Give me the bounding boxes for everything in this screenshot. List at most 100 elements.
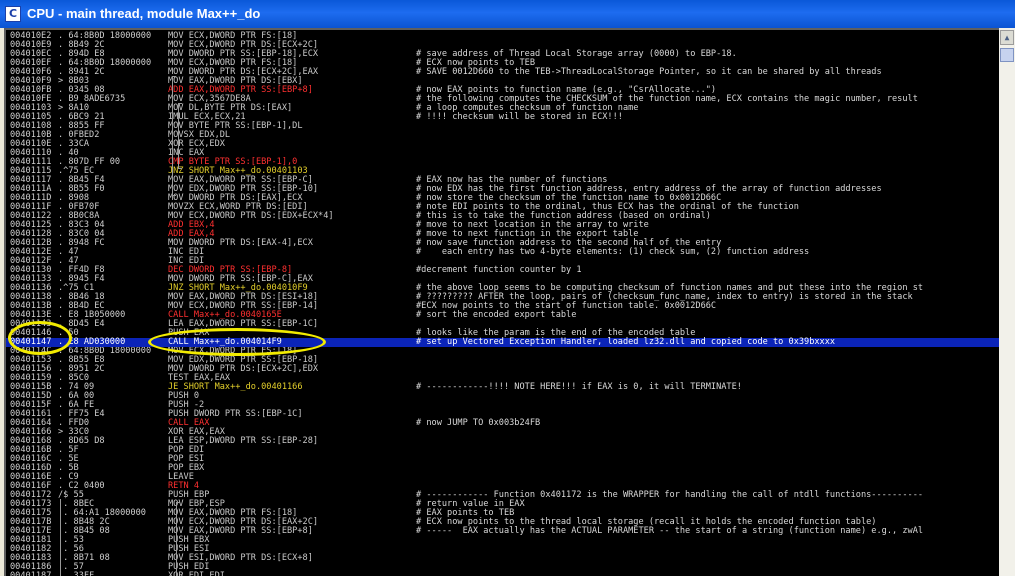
disassembly-cell: DEC DWORD PTR SS:[EBP-8] — [168, 265, 293, 275]
address-cell: 0040116E — [10, 472, 52, 482]
scroll-up-button[interactable]: ▲ — [1000, 30, 1014, 45]
comment-cell: # note EDI points to the ordinal, thus E… — [416, 202, 799, 212]
code-row[interactable]: 0040112B . 8948 FC MOV DWORD PTR DS:[EAX-4… — [6, 239, 999, 248]
code-row[interactable]: 00401175 |. 64:A1 18000000 MOV EAX,DWORD P… — [6, 509, 999, 518]
code-row[interactable]: 0040116D . 5B POP EBX — [6, 464, 999, 473]
code-row[interactable]: 0040113B . 8B4D EC MOV ECX,DWORD PTR SS:[E… — [6, 302, 999, 311]
address-cell: 00401133 — [10, 274, 52, 284]
address-cell: 00401117 — [10, 175, 52, 185]
code-row[interactable]: 0040110E . 33CA XOR ECX,EDX — [6, 140, 999, 149]
code-row[interactable]: 00401156 . 8951 2C MOV DWORD PTR DS:[ECX+2… — [6, 365, 999, 374]
hex-dump-cell: . 8945 F4 — [58, 274, 105, 284]
code-row[interactable]: 00401122 . 8B0C8A MOV ECX,DWORD PTR DS:[ED… — [6, 212, 999, 221]
loop-bracket-inner — [178, 103, 182, 169]
scroll-thumb[interactable] — [1000, 48, 1014, 62]
code-row[interactable]: 00401161 . FF75 E4 PUSH DWORD PTR SS:[EBP-… — [6, 410, 999, 419]
code-row[interactable]: 00401186 |. 57 PUSH EDI — [6, 563, 999, 572]
disassembly-cell: MOV DWORD PTR SS:[EBP-18],ECX — [168, 49, 319, 59]
code-row[interactable]: 004010F6 . 8941 2C MOV DWORD PTR DS:[ECX+2… — [6, 68, 999, 77]
hex-dump-cell: . 0FB70F — [58, 202, 100, 212]
hex-dump-cell: . 5B — [58, 463, 79, 473]
code-row[interactable]: 0040111D . 8908 MOV DWORD PTR DS:[EAX],ECX… — [6, 194, 999, 203]
code-row[interactable]: 0040116C . 5E POP ESI — [6, 455, 999, 464]
disassembly-cell: JE SHORT Max++_do.00401166 — [168, 382, 303, 392]
code-row[interactable]: 0040115B . 74 09 JE SHORT Max++_do.0040116… — [6, 383, 999, 392]
address-cell: 00401168 — [10, 436, 52, 446]
code-row[interactable]: 004010FB . 0345 08 ADD EAX,DWORD PTR SS:[E… — [6, 86, 999, 95]
code-row[interactable]: 0040117B |. 8B48 2C MOV ECX,DWORD PTR DS:[… — [6, 518, 999, 527]
vertical-scrollbar[interactable]: ▲ — [999, 28, 1015, 576]
title-bar[interactable]: C CPU - main thread, module Max++_do — [0, 0, 1015, 28]
code-row[interactable]: 00401172 /$ 55 PUSH EBP # ------------ Func… — [6, 491, 999, 500]
code-row[interactable]: 00401103 > 8A10 MOV DL,BYTE PTR DS:[EAX] # … — [6, 104, 999, 113]
address-cell: 00401115 — [10, 166, 52, 176]
code-row[interactable]: 004010E9 . 8B49 2C MOV ECX,DWORD PTR DS:[E… — [6, 41, 999, 50]
code-row[interactable]: 0040115D . 6A 00 PUSH 0 — [6, 392, 999, 401]
code-row[interactable]: 004010F9 > 8B03 MOV EAX,DWORD PTR DS:[EBX] — [6, 77, 999, 86]
code-row[interactable]: 0040111A . 8B55 F0 MOV EDX,DWORD PTR SS:[E… — [6, 185, 999, 194]
code-row[interactable]: 00401182 |. 56 PUSH ESI — [6, 545, 999, 554]
code-row[interactable]: 00401168 . 8D65 D8 LEA ESP,DWORD PTR SS:[E… — [6, 437, 999, 446]
disassembly-cell: PUSH EDI — [168, 562, 210, 572]
code-row[interactable]: 00401108 . 8855 FF MOV BYTE PTR SS:[EBP-1]… — [6, 122, 999, 131]
code-row[interactable]: 004010E2 . 64:8B0D 18000000 MOV ECX,DWORD … — [6, 32, 999, 41]
address-cell: 00401181 — [10, 535, 52, 545]
comment-cell: # !!!! checksum will be stored in ECX!!! — [416, 112, 623, 122]
hex-dump-cell: . 5F — [58, 445, 79, 455]
code-row[interactable]: 00401143. 8D45 E4 LEA EAX,DWORD PTR SS:[E… — [6, 320, 999, 329]
hex-dump-cell: |. 8BEC — [58, 499, 95, 509]
code-row[interactable]: 00401159 . 85C0 TEST EAX,EAX — [6, 374, 999, 383]
comment-cell: # return value in EAX — [416, 499, 525, 509]
code-row[interactable]: 0040116E . C9 LEAVE — [6, 473, 999, 482]
code-row[interactable]: 00401130 . FF4D F8 DEC DWORD PTR SS:[EBP-8… — [6, 266, 999, 275]
hex-dump-cell: |. 8B71 08 — [58, 553, 110, 563]
address-cell: 0040111A — [10, 184, 52, 194]
code-row[interactable]: 00401115 .^75 EC JNZ SHORT Max++_do.004011… — [6, 167, 999, 176]
comment-cell: # move to next function in the export ta… — [416, 229, 639, 239]
code-row[interactable]: 004010EC . 894D E8 MOV DWORD PTR SS:[EBP-1… — [6, 50, 999, 59]
code-row[interactable]: 00401110. 40 INC EAX — [6, 149, 999, 158]
code-row[interactable]: 00401105. 6BC9 21 IMUL ECX,ECX,21 # !!!! c… — [6, 113, 999, 122]
code-row[interactable]: 0040116B . 5F POP EDI — [6, 446, 999, 455]
code-row[interactable]: 00401111 . 807D FF 00 CMP BYTE PTR SS:[EBP… — [6, 158, 999, 167]
code-row[interactable]: 00401117 . 8B45 F4 MOV EAX,DWORD PTR SS:[E… — [6, 176, 999, 185]
code-row[interactable]: 00401133 . 8945 F4 MOV DWORD PTR SS:[EBP-C… — [6, 275, 999, 284]
hex-dump-cell: . 8941 2C — [58, 67, 105, 77]
code-row[interactable]: 00401166 > 33C0 XOR EAX,EAX — [6, 428, 999, 437]
disassembly-cell: MOV DWORD PTR SS:[EBP-C],EAX — [168, 274, 313, 284]
hex-dump-cell: .^75 C1 — [58, 283, 95, 293]
code-row[interactable]: 00401181 |. 53 PUSH EBX — [6, 536, 999, 545]
disassembly-cell: PUSH DWORD PTR SS:[EBP-1C] — [168, 409, 303, 419]
address-cell: 00401164 — [10, 418, 52, 428]
code-row[interactable]: 00401136 .^75 C1 JNZ SHORT Max++_do.004010… — [6, 284, 999, 293]
comment-cell: # now EAX points to function name (e.g.,… — [416, 85, 717, 95]
code-row[interactable]: 0040114C. 64:8B0D 18000000 MOV ECX,DWORD … — [6, 347, 999, 356]
code-row[interactable]: 0040113E . E8 1B050000 CALL Max++_do.00401… — [6, 311, 999, 320]
code-row[interactable]: 004010EF . 64:8B0D 18000000 MOV ECX,DWORD … — [6, 59, 999, 68]
code-row[interactable]: 00401125 . 83C3 04 ADD EBX,4 # move to next… — [6, 221, 999, 230]
code-row[interactable]: 00401128 . 83C0 04 ADD EAX,4 # move to next… — [6, 230, 999, 239]
disassembly-cell: MOV EAX,DWORD PTR SS:[EBP-C] — [168, 175, 313, 185]
disassembly-cell: PUSH EBX — [168, 535, 210, 545]
code-row[interactable]: 0040111F . 0FB70F MOVZX ECX,WORD PTR DS:[E… — [6, 203, 999, 212]
address-cell: 0040117B — [10, 517, 52, 527]
code-row[interactable]: 00401138 . 8B46 18 MOV EAX,DWORD PTR DS:[E… — [6, 293, 999, 302]
code-row[interactable]: 00401183 |. 8B71 08 MOV ESI,DWORD PTR DS:[… — [6, 554, 999, 563]
code-row[interactable]: 00401153 . 8B55 E8 MOV EDX,DWORD PTR SS:[E… — [6, 356, 999, 365]
disassembly-cell: MOV BYTE PTR SS:[EBP-1],DL — [168, 121, 303, 131]
code-row[interactable]: 0040112E . 47 INC EDI # each entry has two … — [6, 248, 999, 257]
disassembly-pane[interactable]: 00401187 |. 33FF XOR EDI,EDI 00401186 |. 57 P… — [4, 28, 999, 576]
code-row[interactable]: 004010FE. B9 8ADE6735 MOV ECX,3567DE8A # t… — [6, 95, 999, 104]
code-row[interactable]: 0040115F . 6A FE PUSH -2 — [6, 401, 999, 410]
code-row[interactable]: 0040110B. 0FBED2 MOVSX EDX,DL — [6, 131, 999, 140]
code-row[interactable]: 0040112F . 47 INC EDI — [6, 257, 999, 266]
address-cell: 00401136 — [10, 283, 52, 293]
disassembly-cell: MOV ECX,DWORD PTR DS:[ECX+2C] — [168, 40, 319, 50]
disassembly-cell: TEST EAX,EAX — [168, 373, 231, 383]
code-row[interactable]: 00401187 |. 33FF XOR EDI,EDI — [6, 572, 999, 576]
code-row[interactable]: 00401173 |. 8BEC MOV EBP,ESP # return value… — [6, 500, 999, 509]
address-cell: 0040117E — [10, 526, 52, 536]
code-row[interactable]: 00401164 . FFD0 CALL EAX # now JUMP TO 0x00… — [6, 419, 999, 428]
code-row[interactable]: 0040117E |. 8B45 08 MOV EAX,DWORD PTR SS:[… — [6, 527, 999, 536]
code-row[interactable]: 0040116F . C2 0400 RETN 4 — [6, 482, 999, 491]
